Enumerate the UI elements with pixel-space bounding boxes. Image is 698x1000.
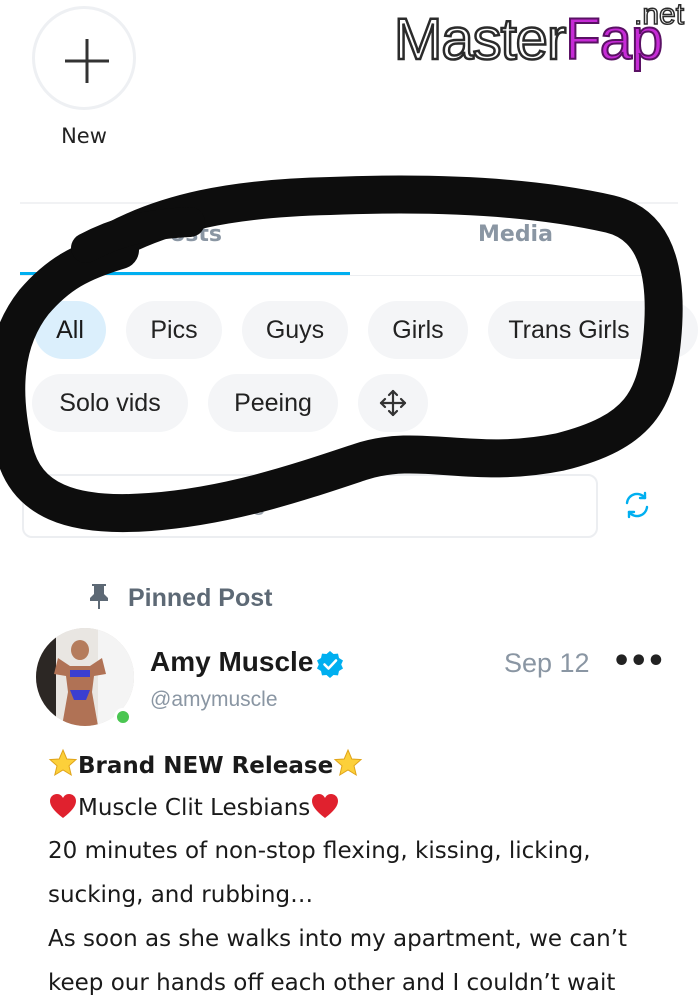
heart-emoji-icon: [312, 794, 339, 818]
tab-media[interactable]: Media: [478, 222, 553, 247]
filter-chip-solo-vids[interactable]: Solo vids: [32, 374, 188, 432]
pin-icon: [90, 584, 108, 609]
filter-chip-all[interactable]: All: [34, 301, 106, 359]
star-emoji-icon: [333, 748, 363, 777]
post-line-3: 20 minutes of non-stop flexing, kissing,…: [48, 838, 591, 864]
watermark-text-net: .net: [633, 0, 685, 32]
star-emoji-icon: [48, 748, 78, 777]
filter-chip-pics[interactable]: Pics: [126, 301, 222, 359]
post-line-1-text: Brand NEW Release: [78, 753, 334, 779]
new-story[interactable]: New: [30, 6, 138, 148]
post-line-1: Brand NEW Release: [48, 748, 688, 779]
author-name[interactable]: Amy Muscle: [150, 646, 313, 678]
search-timeline-box[interactable]: [22, 474, 598, 538]
search-input[interactable]: [86, 488, 566, 526]
watermark-logo: MasterFap .net: [393, 0, 698, 80]
watermark-text-master: Master: [393, 6, 568, 73]
author-handle[interactable]: @amymuscle: [150, 688, 278, 712]
reorder-filters-button[interactable]: [358, 374, 428, 432]
post-line-2: Muscle Clit Lesbians: [48, 792, 688, 821]
post-line-2-text: Muscle Clit Lesbians: [78, 795, 311, 821]
plus-icon: [65, 39, 109, 83]
online-status-dot: [114, 708, 132, 726]
post-line-6: keep our hands off each other and I coul…: [48, 970, 616, 996]
tabs-divider-bottom: [20, 275, 678, 276]
verified-badge-icon: [317, 651, 343, 678]
filter-chip-trans-girls[interactable]: Trans Girls: [488, 301, 698, 359]
move-icon: [379, 389, 407, 417]
post-date: Sep 12: [504, 648, 590, 678]
filter-chip-peeing[interactable]: Peeing: [208, 374, 338, 432]
pinned-post-label: Pinned Post: [88, 582, 272, 613]
search-icon: [46, 494, 75, 523]
post-line-4: sucking, and rubbing…: [48, 882, 314, 908]
heart-emoji-icon: [50, 794, 76, 818]
refresh-icon[interactable]: [622, 490, 652, 520]
more-options-icon[interactable]: •••: [612, 647, 666, 677]
new-story-button[interactable]: [32, 6, 136, 110]
filter-chip-girls[interactable]: Girls: [368, 301, 468, 359]
tab-posts[interactable]: Posts: [154, 222, 222, 247]
pinned-post-text: Pinned Post: [128, 584, 273, 612]
new-story-label: New: [61, 124, 107, 148]
post-line-5: As soon as she walks into my apartment, …: [48, 926, 628, 952]
filter-chip-guys[interactable]: Guys: [242, 301, 348, 359]
tabs-divider-top: [20, 202, 678, 204]
